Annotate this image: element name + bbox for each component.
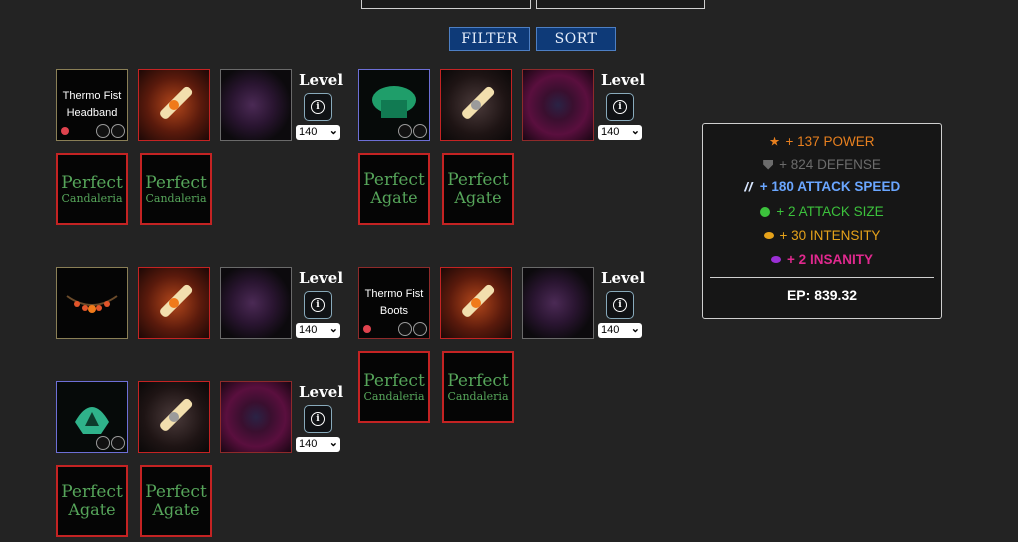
level-select[interactable]: 140 ⌄ (296, 437, 340, 452)
info-button[interactable]: i (606, 291, 634, 319)
level-select[interactable]: 140 ⌄ (296, 125, 340, 140)
gem-slot-agate[interactable]: Perfect Agate (442, 153, 514, 225)
stat-defense: + 824 DEFENSE (703, 157, 941, 172)
level-select[interactable]: 140 ⌄ (296, 323, 340, 338)
gem-slot-agate[interactable]: Perfect Agate (56, 465, 128, 537)
rune-slot[interactable] (220, 69, 292, 141)
socket-dots (96, 124, 125, 138)
item-slot-necklace[interactable] (56, 267, 128, 339)
scroll-icon (160, 398, 193, 431)
filter-button[interactable]: FILTER (449, 27, 530, 51)
info-icon: i (311, 100, 325, 114)
stat-attack-speed: + 180 ATTACK SPEED (703, 179, 941, 194)
level-label: Level (601, 71, 646, 89)
level-select[interactable]: 140 ⌄ (598, 125, 642, 140)
gem-slot-candaleria[interactable]: Perfect Candaleria (56, 153, 128, 225)
level-label: Level (299, 71, 344, 89)
item-name: Thermo Fist Boots (364, 288, 424, 317)
item-slot-boots[interactable]: Thermo Fist Boots (358, 267, 430, 339)
scroll-icon (462, 86, 495, 119)
gem-slot-agate[interactable]: Perfect Agate (358, 153, 430, 225)
stats-panel: + 137 POWER + 824 DEFENSE + 180 ATTACK S… (702, 123, 942, 319)
info-button[interactable]: i (304, 291, 332, 319)
divider (710, 277, 934, 278)
stat-attack-size: + 2 ATTACK SIZE (703, 204, 941, 219)
socket-dots (96, 436, 125, 450)
chevron-down-icon: ⌄ (630, 323, 640, 335)
rarity-dot (363, 325, 371, 333)
enchant-scroll-slot[interactable] (138, 267, 210, 339)
item-slot-headband[interactable]: Thermo Fist Headband (56, 69, 128, 141)
info-button[interactable]: i (606, 93, 634, 121)
socket-dots (398, 322, 427, 336)
stat-power: + 137 POWER (703, 134, 941, 149)
enchant-scroll-slot[interactable] (440, 69, 512, 141)
info-icon: i (613, 298, 627, 312)
sort-button[interactable]: SORT (536, 27, 616, 51)
level-select[interactable]: 140 ⌄ (598, 323, 642, 338)
chevron-down-icon: ⌄ (328, 323, 338, 335)
item-name: Thermo Fist Headband (62, 90, 122, 119)
item-slot-armor[interactable] (358, 69, 430, 141)
info-icon: i (311, 298, 325, 312)
size-icon (760, 206, 771, 217)
gem-slot-candaleria[interactable]: Perfect Candaleria (140, 153, 212, 225)
gem-slot-agate[interactable]: Perfect Agate (140, 465, 212, 537)
chevron-down-icon: ⌄ (630, 125, 640, 137)
info-icon: i (311, 412, 325, 426)
enchant-scroll-slot[interactable] (138, 381, 210, 453)
level-label: Level (299, 269, 344, 287)
stat-insanity: + 2 INSANITY (703, 252, 941, 267)
scroll-icon (160, 86, 193, 119)
level-label: Level (601, 269, 646, 287)
socket-dots (398, 124, 427, 138)
shield-icon (763, 159, 774, 170)
rune-slot[interactable] (522, 69, 594, 141)
scroll-icon (462, 284, 495, 317)
ep-value: EP: 839.32 (786, 287, 858, 303)
enchant-scroll-slot[interactable] (440, 267, 512, 339)
rarity-dot (61, 127, 69, 135)
intensity-icon (763, 232, 774, 239)
info-button[interactable]: i (304, 405, 332, 433)
rune-slot[interactable] (522, 267, 594, 339)
gem-slot-candaleria[interactable]: Perfect Candaleria (358, 351, 430, 423)
scroll-icon (160, 284, 193, 317)
level-label: Level (299, 383, 344, 401)
info-button[interactable]: i (304, 93, 332, 121)
item-slot-helmet[interactable] (56, 381, 128, 453)
stat-intensity: + 30 INTENSITY (703, 228, 941, 243)
rune-slot[interactable] (220, 267, 292, 339)
eye-icon (771, 256, 782, 263)
info-icon: i (613, 100, 627, 114)
chevron-down-icon: ⌄ (328, 125, 338, 137)
sort-input-top[interactable] (536, 0, 705, 9)
gem-slot-candaleria[interactable]: Perfect Candaleria (442, 351, 514, 423)
power-icon (769, 136, 780, 146)
rune-slot[interactable] (220, 381, 292, 453)
speed-icon (743, 181, 754, 192)
filter-input-top[interactable] (361, 0, 531, 9)
enchant-scroll-slot[interactable] (138, 69, 210, 141)
necklace-icon (66, 295, 118, 313)
chevron-down-icon: ⌄ (328, 437, 338, 449)
